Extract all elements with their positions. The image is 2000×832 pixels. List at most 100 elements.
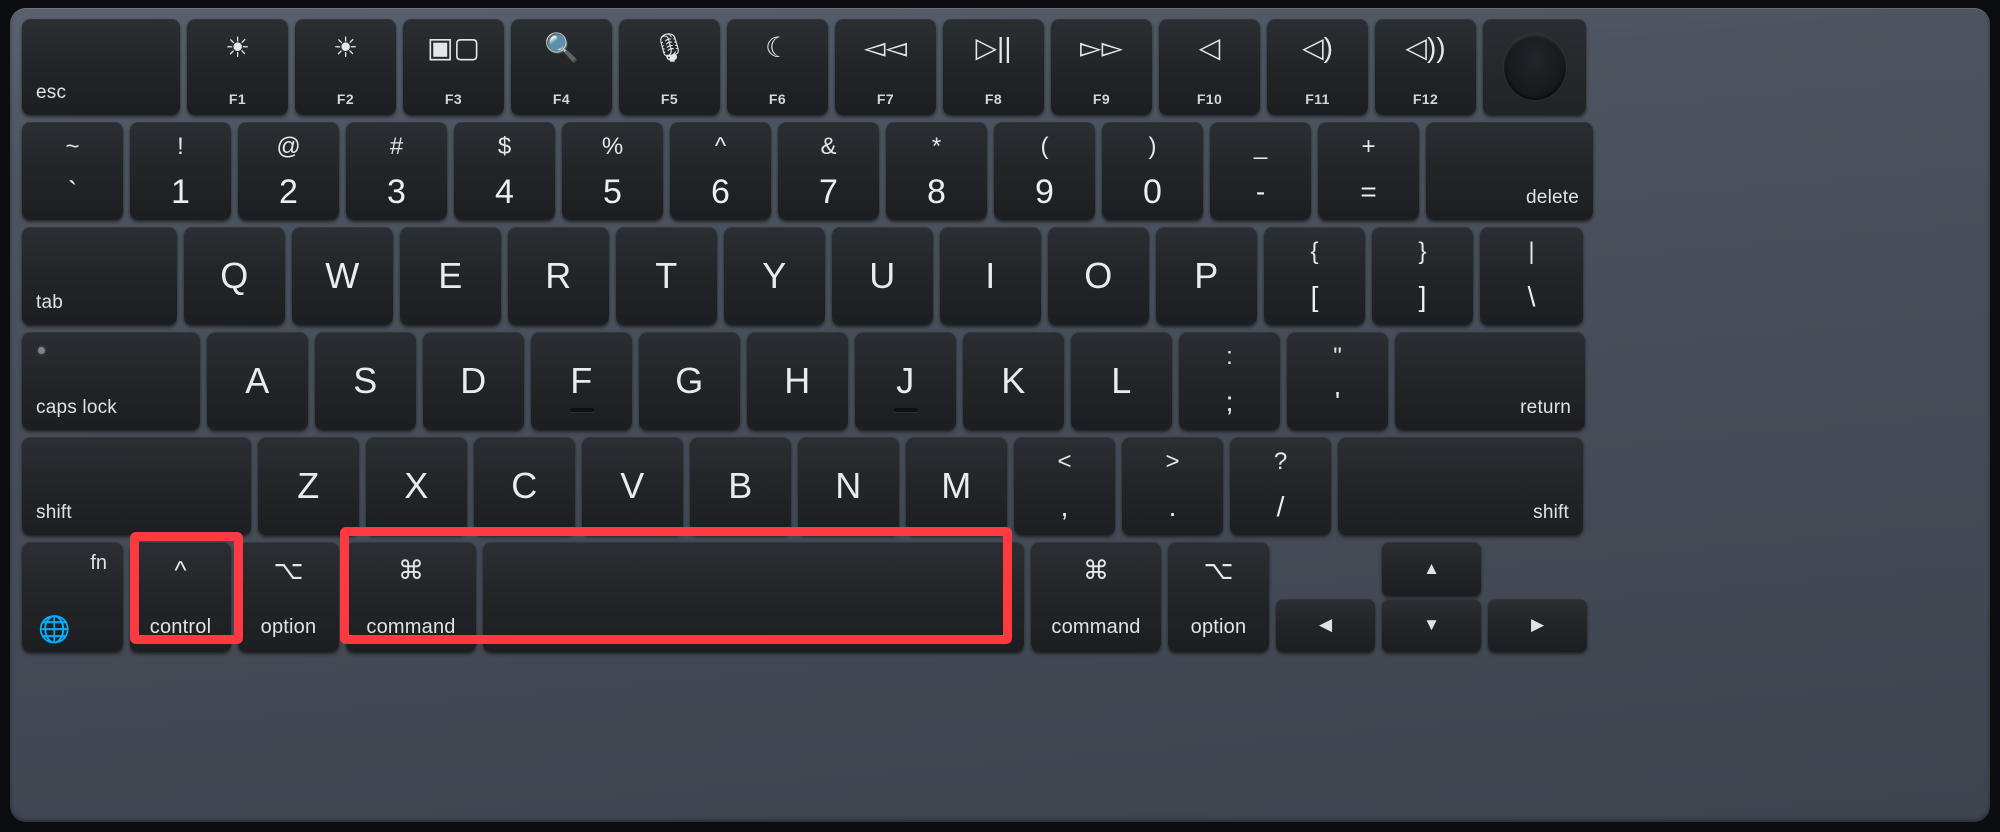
- key-option-left-label: option: [260, 616, 317, 638]
- key-equal-label: =: [1360, 176, 1377, 207]
- key-f3[interactable]: ▣▢ F3: [403, 19, 504, 115]
- key-n[interactable]: N: [798, 437, 899, 535]
- key-f6[interactable]: ☾ F6: [727, 19, 828, 115]
- key-0[interactable]: ) 0: [1102, 122, 1203, 220]
- key-6[interactable]: ^ 6: [670, 122, 771, 220]
- key-space[interactable]: [483, 542, 1024, 652]
- key-f4[interactable]: 🔍 F4: [511, 19, 612, 115]
- key-shift-right[interactable]: shift: [1338, 437, 1583, 535]
- key-tab[interactable]: tab: [22, 227, 177, 325]
- key-f1[interactable]: ☀ F1: [187, 19, 288, 115]
- key-s-label: S: [353, 360, 378, 401]
- key-comma[interactable]: < ,: [1014, 437, 1115, 535]
- key-option-right-label: option: [1190, 616, 1247, 638]
- key-backslash[interactable]: | \: [1480, 227, 1583, 325]
- key-i[interactable]: I: [940, 227, 1041, 325]
- key-k[interactable]: K: [963, 332, 1064, 430]
- key-s[interactable]: S: [315, 332, 416, 430]
- key-b[interactable]: B: [690, 437, 791, 535]
- key-fn[interactable]: fn 🌐: [22, 542, 123, 652]
- key-j-label: J: [896, 360, 915, 401]
- key-bracket-right[interactable]: } ]: [1372, 227, 1473, 325]
- key-arrow-up[interactable]: ▲: [1382, 542, 1481, 596]
- key-semicolon-shift-label: :: [1226, 343, 1233, 370]
- key-d-label: D: [460, 360, 487, 401]
- number-key-row: ~ ` ! 1 @ 2 # 3 $ 4 % 5 ^ 6 & 7 * 8 (9 …: [22, 122, 1978, 220]
- key-7[interactable]: & 7: [778, 122, 879, 220]
- key-f5[interactable]: 🎙 F5: [619, 19, 720, 115]
- key-semicolon[interactable]: : ;: [1179, 332, 1280, 430]
- key-3[interactable]: # 3: [346, 122, 447, 220]
- key-command-right[interactable]: ⌘ command: [1031, 542, 1161, 652]
- key-4[interactable]: $ 4: [454, 122, 555, 220]
- key-touch-id[interactable]: [1483, 19, 1586, 115]
- key-g[interactable]: G: [639, 332, 740, 430]
- key-q-label: Q: [220, 255, 249, 296]
- key-a[interactable]: A: [207, 332, 308, 430]
- key-8[interactable]: * 8: [886, 122, 987, 220]
- key-quote[interactable]: " ': [1287, 332, 1388, 430]
- key-f8[interactable]: ▷|| F8: [943, 19, 1044, 115]
- key-f[interactable]: F: [531, 332, 632, 430]
- key-y[interactable]: Y: [724, 227, 825, 325]
- key-5[interactable]: % 5: [562, 122, 663, 220]
- key-shift-left[interactable]: shift: [22, 437, 251, 535]
- key-option-left[interactable]: ⌥ option: [238, 542, 339, 652]
- key-u[interactable]: U: [832, 227, 933, 325]
- key-minus-shift-label: _: [1253, 133, 1268, 160]
- key-t[interactable]: T: [616, 227, 717, 325]
- brightness-down-icon: ☀: [224, 32, 251, 63]
- key-minus[interactable]: _ -: [1210, 122, 1311, 220]
- key-f10[interactable]: ◁ F10: [1159, 19, 1260, 115]
- key-z[interactable]: Z: [258, 437, 359, 535]
- key-command-left[interactable]: ⌘ command: [346, 542, 476, 652]
- key-h[interactable]: H: [747, 332, 848, 430]
- key-arrow-down[interactable]: ▼: [1382, 598, 1481, 652]
- key-bracket-left[interactable]: { [: [1264, 227, 1365, 325]
- key-f2[interactable]: ☀ F2: [295, 19, 396, 115]
- key-w[interactable]: W: [292, 227, 393, 325]
- key-grave[interactable]: ~ `: [22, 122, 123, 220]
- key-period[interactable]: > .: [1122, 437, 1223, 535]
- key-control-left[interactable]: ^ control: [130, 542, 231, 652]
- key-semicolon-label: ;: [1225, 386, 1234, 417]
- key-2[interactable]: @ 2: [238, 122, 339, 220]
- key-delete-label: delete: [1526, 187, 1579, 208]
- play-pause-icon: ▷||: [975, 32, 1012, 63]
- key-arrow-left[interactable]: ◀: [1276, 598, 1375, 652]
- key-q[interactable]: Q: [184, 227, 285, 325]
- key-x[interactable]: X: [366, 437, 467, 535]
- key-m[interactable]: M: [906, 437, 1007, 535]
- key-r[interactable]: R: [508, 227, 609, 325]
- key-f7[interactable]: ◅◅ F7: [835, 19, 936, 115]
- key-1[interactable]: ! 1: [130, 122, 231, 220]
- key-l[interactable]: L: [1071, 332, 1172, 430]
- spotlight-search-icon: 🔍: [544, 32, 579, 63]
- key-f9[interactable]: ▻▻ F9: [1051, 19, 1152, 115]
- key-slash-label: /: [1276, 491, 1285, 522]
- key-delete[interactable]: delete: [1426, 122, 1593, 220]
- key-esc[interactable]: esc: [22, 19, 180, 115]
- key-option-right[interactable]: ⌥ option: [1168, 542, 1269, 652]
- volume-down-icon: ◁): [1302, 32, 1333, 63]
- key-equal[interactable]: + =: [1318, 122, 1419, 220]
- key-1-shift-label: !: [177, 133, 184, 160]
- key-z-label: Z: [297, 465, 320, 506]
- key-caps-lock[interactable]: caps lock: [22, 332, 200, 430]
- key-f12[interactable]: ◁)) F12: [1375, 19, 1476, 115]
- key-f11[interactable]: ◁) F11: [1267, 19, 1368, 115]
- key-arrow-right[interactable]: ▶: [1488, 598, 1587, 652]
- key-p[interactable]: P: [1156, 227, 1257, 325]
- key-slash[interactable]: ? /: [1230, 437, 1331, 535]
- key-v[interactable]: V: [582, 437, 683, 535]
- key-9[interactable]: ( 9: [994, 122, 1095, 220]
- key-d[interactable]: D: [423, 332, 524, 430]
- key-return[interactable]: return: [1395, 332, 1585, 430]
- key-j[interactable]: J: [855, 332, 956, 430]
- key-c[interactable]: C: [474, 437, 575, 535]
- key-f3-label: F3: [444, 91, 463, 107]
- key-e[interactable]: E: [400, 227, 501, 325]
- key-1-label: 1: [171, 173, 190, 211]
- key-o[interactable]: O: [1048, 227, 1149, 325]
- control-caret-icon: ^: [174, 555, 187, 585]
